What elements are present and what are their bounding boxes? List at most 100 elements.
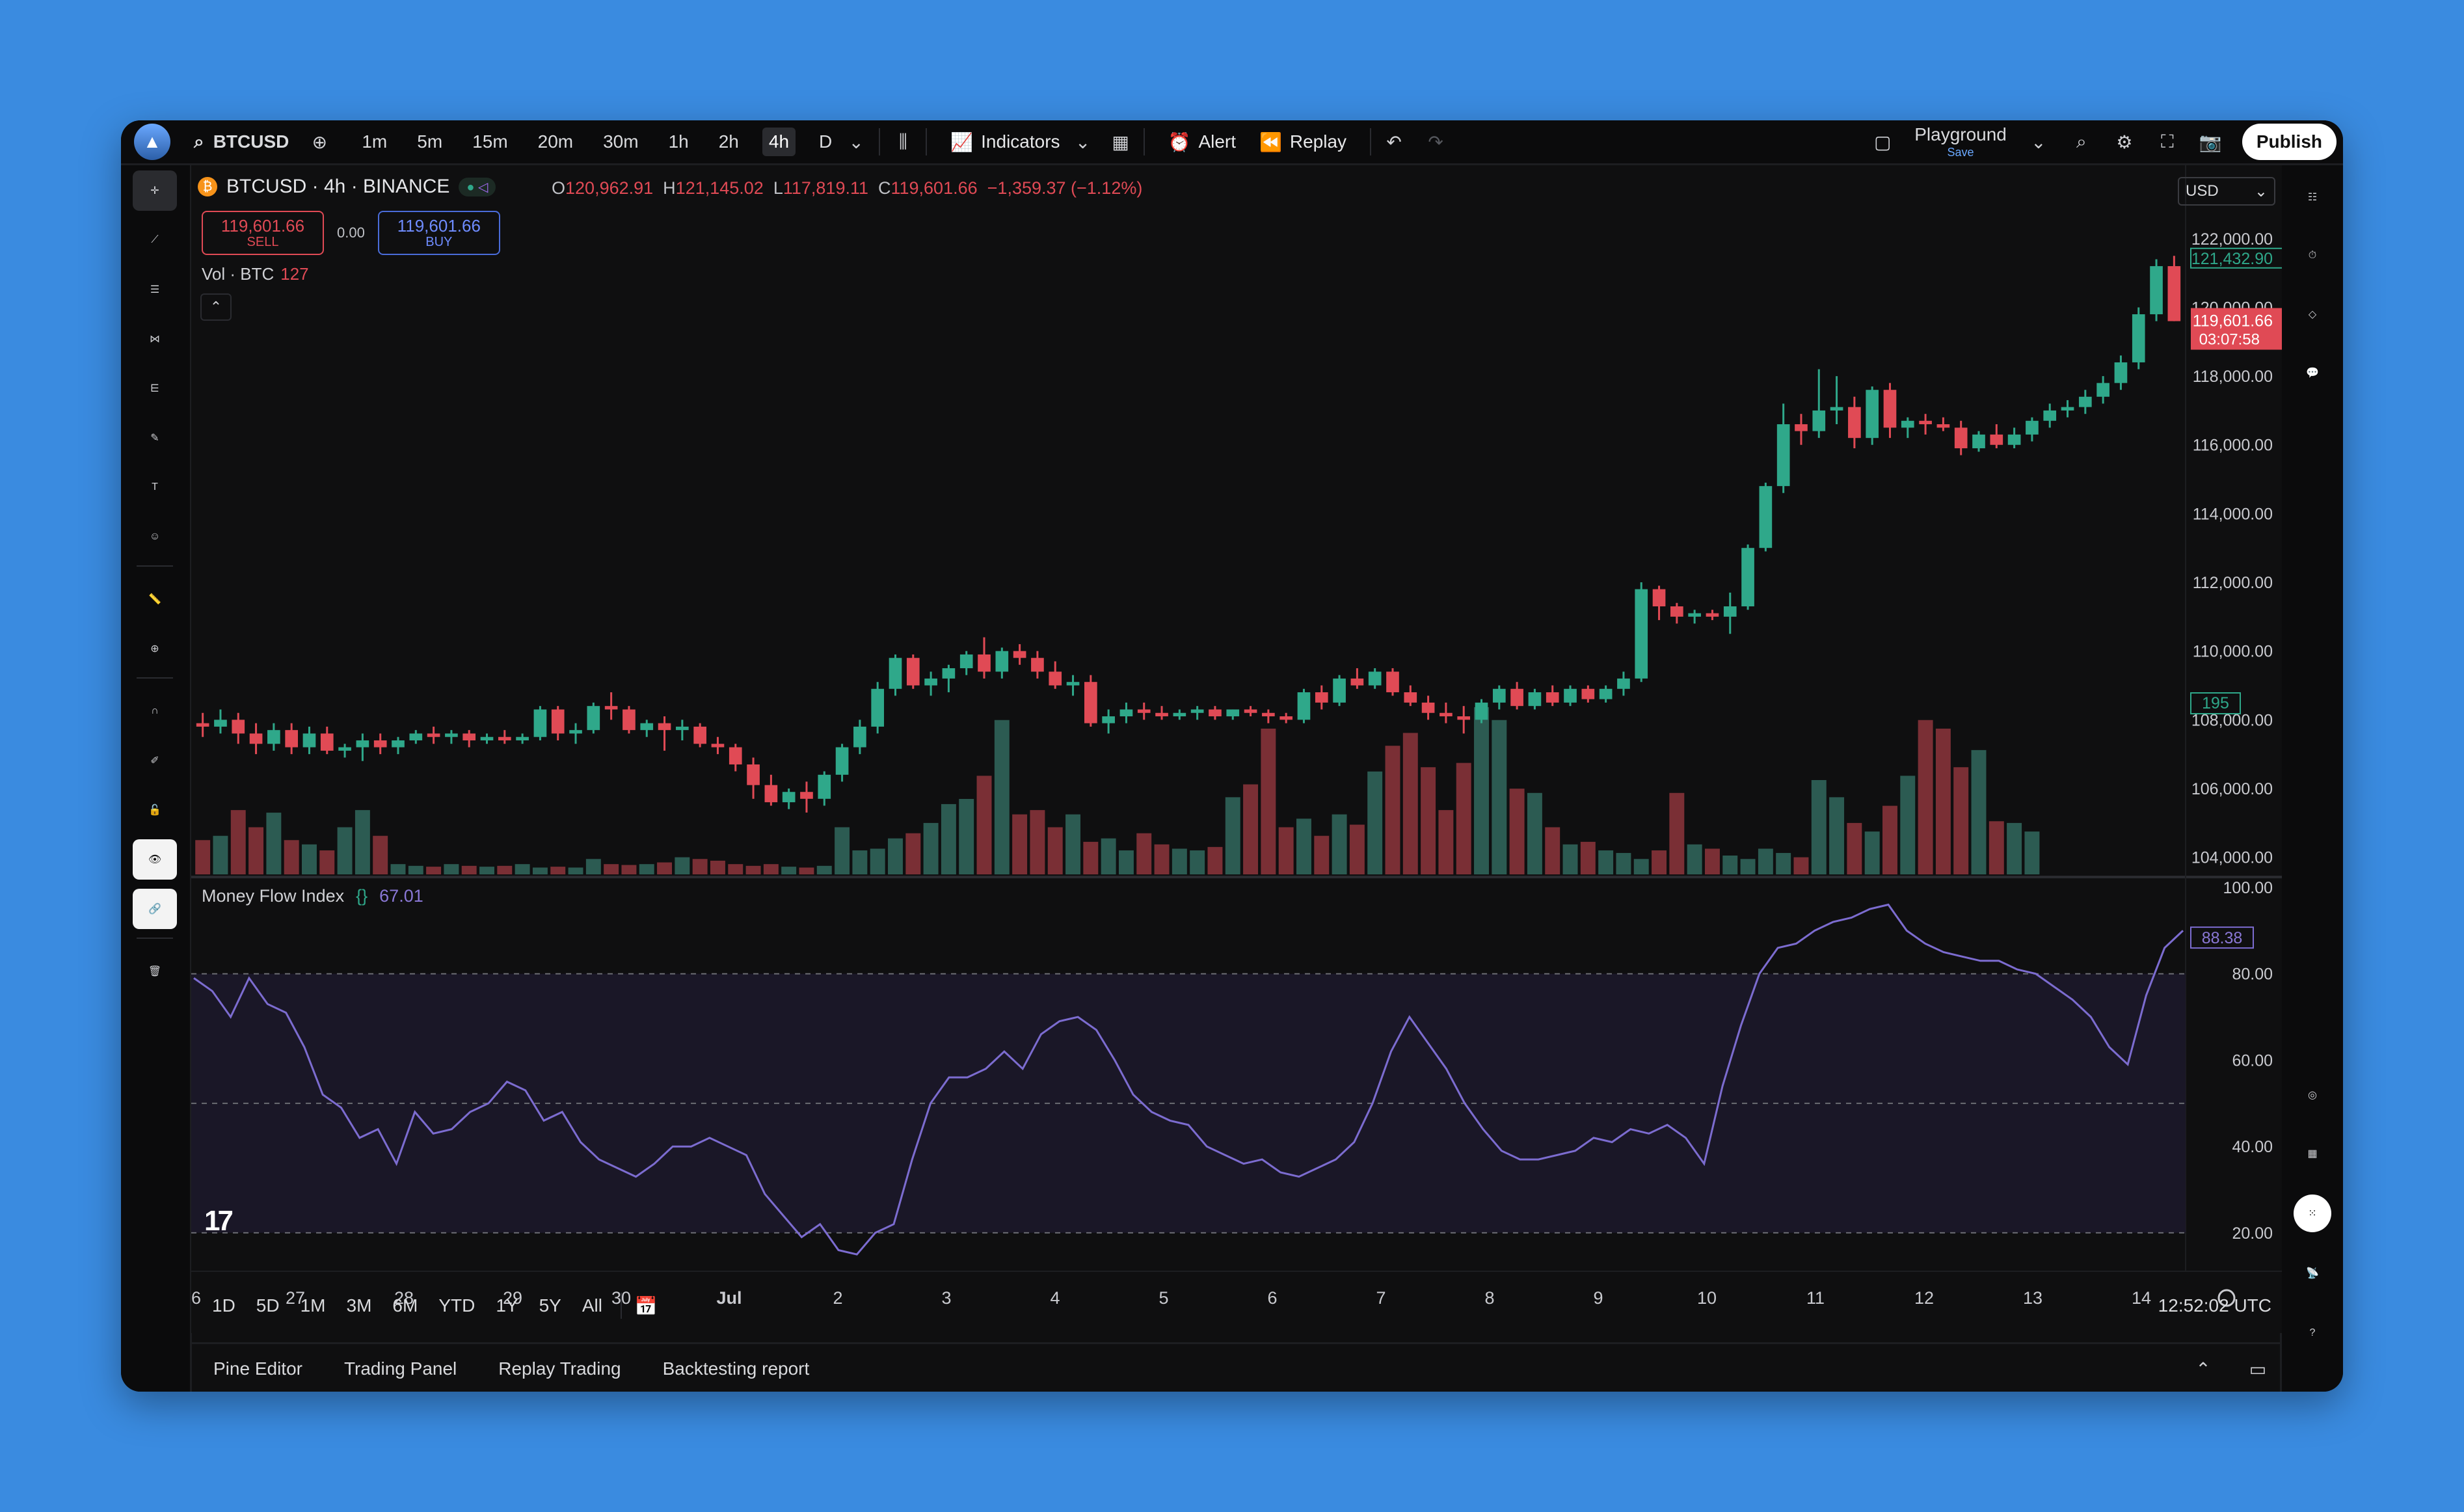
broadcast-icon[interactable]: 📡: [2294, 1254, 2331, 1292]
chart-pane[interactable]: 122,000.00 120,000.00 118,000.00 116,000.00…: [191, 165, 2282, 1333]
volume-bar: [1935, 728, 1951, 874]
timeframe-20m[interactable]: 20m: [531, 128, 580, 156]
range-ytd[interactable]: YTD: [438, 1295, 475, 1316]
crosshair-cursor-icon[interactable]: ✛: [133, 170, 177, 211]
volume-bar: [745, 865, 761, 874]
range-1m[interactable]: 1M: [301, 1295, 326, 1316]
alert-button[interactable]: ⏰ Alert: [1168, 131, 1236, 153]
camera-snapshot-icon[interactable]: 📷: [2199, 131, 2221, 153]
help-icon[interactable]: ?: [2294, 1314, 2331, 1352]
alerts-clock-icon[interactable]: ⏱: [2294, 237, 2331, 275]
timeframe-30m[interactable]: 30m: [596, 128, 645, 156]
volume-bar: [284, 840, 299, 874]
undo-icon[interactable]: ↶: [1383, 131, 1405, 153]
calendar-icon[interactable]: ▦: [2294, 1135, 2331, 1172]
candle-body: [1617, 678, 1630, 689]
range-1y[interactable]: 1Y: [496, 1295, 518, 1316]
text-tool-icon[interactable]: T: [133, 467, 177, 507]
lock-drawing-icon[interactable]: ✐: [133, 740, 177, 781]
candle-body: [924, 678, 937, 686]
candle-body: [658, 723, 671, 731]
volume-bar: [976, 776, 992, 874]
range-6m[interactable]: 6M: [392, 1295, 418, 1316]
range-1d[interactable]: 1D: [212, 1295, 235, 1316]
layers-icon[interactable]: ◇: [2294, 295, 2331, 333]
quick-search-icon[interactable]: ⌕: [2070, 131, 2093, 153]
maximize-panel-icon[interactable]: ▭: [2247, 1358, 2269, 1380]
volume-bar: [1349, 824, 1365, 874]
zoom-in-icon[interactable]: ⊕: [133, 628, 177, 669]
range-5y[interactable]: 5Y: [539, 1295, 561, 1316]
tab-trading-panel[interactable]: Trading Panel: [344, 1358, 457, 1379]
ruler-measure-icon[interactable]: 📏: [133, 579, 177, 619]
candle-body: [800, 792, 813, 799]
expand-panel-chevron-icon[interactable]: ⌃: [2192, 1358, 2214, 1380]
layout-name-playground[interactable]: Playground Save: [1914, 126, 2007, 159]
timeframe-dropdown-chevron-icon[interactable]: ⌄: [845, 131, 867, 153]
emoji-icon[interactable]: ☺: [133, 517, 177, 557]
tab-replay-trading[interactable]: Replay Trading: [498, 1358, 621, 1379]
range-all[interactable]: All: [582, 1295, 602, 1316]
range-3m[interactable]: 3M: [347, 1295, 372, 1316]
target-icon[interactable]: ◎: [2294, 1076, 2331, 1114]
settings-gear-icon[interactable]: ⚙: [2113, 131, 2136, 153]
trend-line-icon[interactable]: ⟋: [133, 220, 177, 260]
volume-bar: [550, 867, 566, 874]
indicators-dropdown-chevron-icon[interactable]: ⌄: [1072, 131, 1094, 153]
profile-avatar-icon[interactable]: ▲: [134, 124, 170, 160]
currency-select[interactable]: USD ⌄: [2178, 177, 2275, 206]
timeframe-15m[interactable]: 15m: [466, 128, 514, 156]
fullscreen-icon[interactable]: ⛶: [2156, 131, 2178, 153]
timeframe-1m[interactable]: 1m: [355, 128, 394, 156]
forecast-tool-icon[interactable]: ⋿: [133, 368, 177, 409]
timeframe-5m[interactable]: 5m: [410, 128, 449, 156]
candle-body: [1013, 651, 1026, 658]
pattern-tool-icon[interactable]: ⋈: [133, 319, 177, 359]
timeframe-2h[interactable]: 2h: [712, 128, 745, 156]
spread-value: 0.00: [337, 224, 365, 241]
chat-icon[interactable]: 💬: [2294, 354, 2331, 392]
volume-bar: [230, 810, 246, 874]
candle-body: [569, 730, 582, 734]
sync-link-icon[interactable]: 🔗: [133, 889, 177, 929]
timeframe-1h[interactable]: 1h: [662, 128, 695, 156]
layout-square-icon[interactable]: ▢: [1871, 131, 1894, 153]
symbol-search[interactable]: ⌕ BTCUSD: [194, 131, 289, 153]
candle-body: [2150, 266, 2163, 315]
sell-button[interactable]: 119,601.66 SELL: [202, 211, 324, 255]
layout-grid-icon[interactable]: ▦: [1110, 131, 1132, 153]
publish-button[interactable]: Publish: [2242, 124, 2337, 160]
chart-type-candles-icon[interactable]: ⫼: [892, 131, 914, 153]
candle-body: [320, 733, 334, 751]
candle-body: [1688, 613, 1701, 617]
chart-svg[interactable]: 122,000.00120,000.00118,000.00116,000.00…: [191, 165, 2282, 1333]
buy-button[interactable]: 119,601.66 BUY: [377, 211, 500, 255]
tab-pine-editor[interactable]: Pine Editor: [213, 1358, 302, 1379]
candle-body: [871, 688, 885, 727]
watchlist-icon[interactable]: ☷: [2294, 178, 2331, 216]
tab-backtesting-report[interactable]: Backtesting report: [663, 1358, 810, 1379]
timeframe-D[interactable]: D: [812, 128, 838, 156]
collapse-legend-chevron-icon[interactable]: ⌃: [200, 293, 232, 321]
brush-icon[interactable]: ✎: [133, 418, 177, 458]
replay-button[interactable]: ⏪ Replay: [1259, 131, 1346, 153]
indicators-button[interactable]: 📈 Indicators: [950, 131, 1060, 153]
compare-add-icon[interactable]: ⊕: [308, 131, 330, 153]
app-window: ▲ ⌕ BTCUSD ⊕ 1m 5m 15m 20m 30m 1h 2h 4h D ⌄ ⫼ 📈 …: [121, 120, 2343, 1392]
timeframe-4h[interactable]: 4h: [762, 128, 796, 156]
hide-drawings-icon[interactable]: 👁: [133, 839, 177, 880]
candle-body: [693, 726, 706, 744]
redo-icon[interactable]: ↷: [1425, 131, 1447, 153]
date-range-calendar-icon[interactable]: 📅: [635, 1295, 658, 1317]
price-tick: 114,000.00: [2193, 505, 2273, 523]
layout-dropdown-chevron-icon[interactable]: ⌄: [2028, 131, 2050, 153]
trash-icon[interactable]: 🗑: [133, 951, 177, 992]
apps-grid-icon[interactable]: ⁙: [2294, 1195, 2331, 1232]
range-5d[interactable]: 5D: [256, 1295, 280, 1316]
lock-icon[interactable]: 🔓: [133, 790, 177, 830]
magnet-icon[interactable]: ∩: [133, 691, 177, 731]
fib-retracement-icon[interactable]: ☰: [133, 269, 177, 310]
mfi-tick: 80.00: [2232, 965, 2273, 984]
utc-clock[interactable]: 12:52:02 UTC: [2158, 1295, 2271, 1316]
candle-body: [729, 747, 742, 764]
